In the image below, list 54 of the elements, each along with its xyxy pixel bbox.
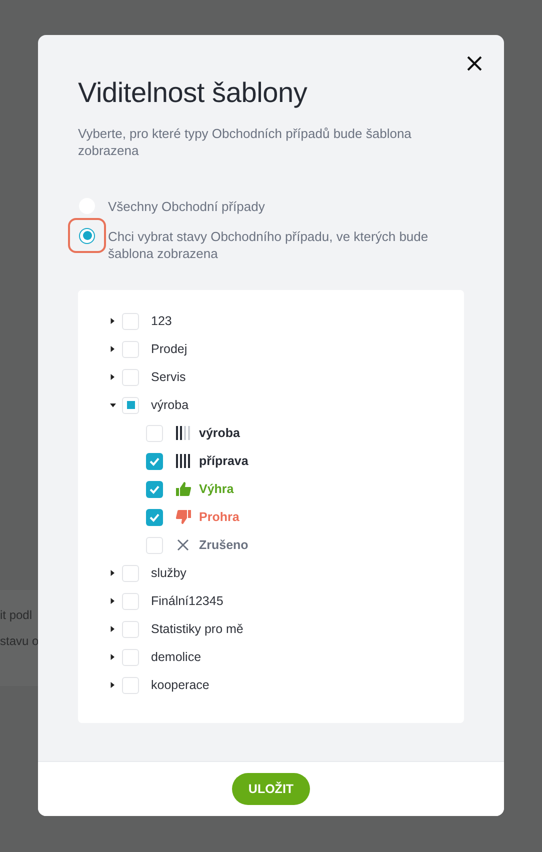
checkbox[interactable] bbox=[122, 312, 139, 330]
checkbox[interactable] bbox=[146, 508, 163, 526]
check-icon bbox=[149, 484, 160, 494]
checkbox[interactable] bbox=[122, 592, 139, 610]
tree-item-label: Finální12345 bbox=[151, 594, 224, 608]
tree-item-label: demolice bbox=[151, 650, 202, 664]
tree-item-label: služby bbox=[151, 566, 186, 580]
tree-item-label: kooperace bbox=[151, 678, 210, 692]
checkbox[interactable] bbox=[146, 424, 163, 442]
state-label: Výhra bbox=[199, 482, 234, 496]
close-icon bbox=[466, 56, 482, 70]
radio-button[interactable] bbox=[68, 218, 106, 253]
check-icon bbox=[149, 456, 160, 466]
checkbox[interactable] bbox=[122, 368, 139, 386]
background-text: stavu o bbox=[0, 634, 38, 648]
tree-item-label: Statistiky pro mě bbox=[151, 622, 244, 636]
thumbs-down-icon bbox=[176, 510, 190, 524]
checkbox[interactable] bbox=[122, 676, 139, 694]
checkbox[interactable] bbox=[122, 340, 139, 358]
tree-item-label: Servis bbox=[151, 370, 186, 384]
stage-bars-icon bbox=[176, 426, 190, 440]
check-icon bbox=[149, 512, 160, 522]
checkbox[interactable] bbox=[122, 620, 139, 638]
state-label: Zrušeno bbox=[199, 538, 248, 552]
tree-item-label: výroba bbox=[151, 398, 189, 412]
caret-icon bbox=[110, 681, 116, 689]
thumbs-up-icon bbox=[176, 482, 190, 496]
cross-icon bbox=[177, 539, 189, 551]
dialog-title: Viditelnost šablony bbox=[78, 77, 308, 109]
checkbox[interactable] bbox=[146, 480, 163, 498]
caret-icon bbox=[110, 373, 116, 381]
checkbox[interactable] bbox=[146, 452, 163, 470]
save-button[interactable]: ULOŽIT bbox=[232, 773, 310, 805]
caret-icon bbox=[110, 653, 116, 661]
state-label: výroba bbox=[199, 426, 240, 440]
tree-item-label: 123 bbox=[151, 314, 172, 328]
caret-icon bbox=[110, 569, 116, 577]
checkbox[interactable] bbox=[122, 648, 139, 666]
caret-icon bbox=[110, 597, 116, 605]
caret-icon bbox=[110, 625, 116, 633]
dialog-description: Vyberte, pro které typy Obchodních případů bude šablona zobrazena bbox=[78, 125, 412, 159]
checkbox[interactable] bbox=[122, 564, 139, 582]
background-text: it podl bbox=[0, 608, 34, 622]
radio-label: Chci vybrat stavy Obchodního případu, ve kterých bude šablona zobrazena bbox=[108, 228, 430, 262]
caret-icon bbox=[110, 345, 116, 353]
caret-icon bbox=[110, 401, 116, 409]
state-label: příprava bbox=[199, 454, 248, 468]
tree-item-label: Prodej bbox=[151, 342, 188, 356]
checkbox[interactable] bbox=[122, 396, 139, 414]
state-label: Prohra bbox=[199, 510, 240, 524]
checkbox[interactable] bbox=[146, 536, 163, 554]
caret-icon bbox=[110, 317, 116, 325]
stage-bars-icon bbox=[176, 454, 190, 468]
radio-label: Všechny Obchodní případy bbox=[108, 198, 265, 215]
